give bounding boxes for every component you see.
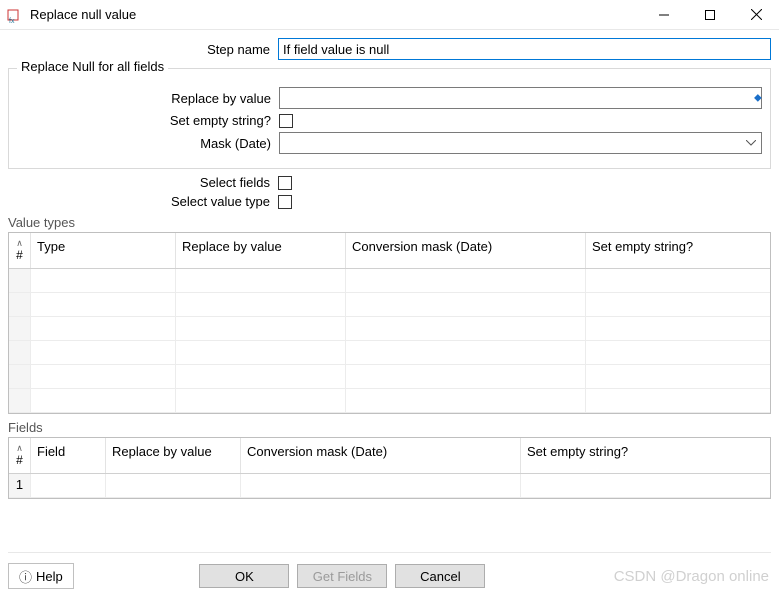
select-value-type-checkbox[interactable]	[278, 195, 292, 209]
helper-icon[interactable]: ◆	[754, 93, 764, 104]
help-button[interactable]: ⓘ Help	[8, 563, 74, 589]
table-row[interactable]	[9, 341, 770, 365]
col-num[interactable]: ∧ #	[9, 233, 31, 268]
mask-date-select[interactable]	[279, 132, 762, 154]
select-value-type-label: Select value type	[8, 194, 278, 209]
help-icon: ⓘ	[19, 567, 32, 586]
replace-null-group: Replace Null for all fields Replace by v…	[8, 68, 771, 169]
close-button[interactable]	[733, 0, 779, 30]
mask-date-label: Mask (Date)	[17, 136, 279, 151]
cancel-button[interactable]: Cancel	[395, 564, 485, 588]
replace-by-value-label: Replace by value	[17, 91, 279, 106]
fields-grid[interactable]: ∧ # Field Replace by value Conversion ma…	[8, 437, 771, 499]
titlebar: fx Replace null value	[0, 0, 779, 30]
table-row[interactable]	[9, 317, 770, 341]
col-type[interactable]: Type	[31, 233, 176, 268]
button-bar: ⓘ Help OK Get Fields Cancel	[8, 552, 771, 589]
chevron-down-icon	[743, 135, 759, 151]
value-types-label: Value types	[8, 215, 771, 230]
svg-text:fx: fx	[9, 18, 15, 24]
col-field[interactable]: Field	[31, 438, 106, 473]
col-mask[interactable]: Conversion mask (Date)	[346, 233, 586, 268]
select-fields-label: Select fields	[8, 175, 278, 190]
maximize-button[interactable]	[687, 0, 733, 30]
row-num: 1	[9, 474, 31, 497]
value-types-grid[interactable]: ∧ # Type Replace by value Conversion mas…	[8, 232, 771, 414]
app-icon: fx	[6, 6, 24, 24]
col-setempty[interactable]: Set empty string?	[521, 438, 770, 473]
col-mask[interactable]: Conversion mask (Date)	[241, 438, 521, 473]
col-replace[interactable]: Replace by value	[106, 438, 241, 473]
get-fields-button[interactable]: Get Fields	[297, 564, 387, 588]
sort-caret-icon: ∧	[9, 239, 30, 248]
window-title: Replace null value	[30, 7, 641, 22]
step-name-input[interactable]	[278, 38, 771, 60]
col-num[interactable]: ∧ #	[9, 438, 31, 473]
table-row[interactable]	[9, 389, 770, 413]
ok-button[interactable]: OK	[199, 564, 289, 588]
minimize-button[interactable]	[641, 0, 687, 30]
table-row[interactable]	[9, 293, 770, 317]
replace-null-group-title: Replace Null for all fields	[17, 59, 168, 74]
set-empty-string-label: Set empty string?	[17, 113, 279, 128]
step-name-label: Step name	[8, 42, 278, 57]
table-row[interactable]: 1	[9, 474, 770, 498]
replace-by-value-input[interactable]	[279, 87, 762, 109]
select-fields-checkbox[interactable]	[278, 176, 292, 190]
sort-caret-icon: ∧	[9, 444, 30, 453]
col-setempty[interactable]: Set empty string?	[586, 233, 770, 268]
table-row[interactable]	[9, 365, 770, 389]
fields-label: Fields	[8, 420, 771, 435]
set-empty-string-checkbox[interactable]	[279, 114, 293, 128]
col-replace[interactable]: Replace by value	[176, 233, 346, 268]
table-row[interactable]	[9, 269, 770, 293]
